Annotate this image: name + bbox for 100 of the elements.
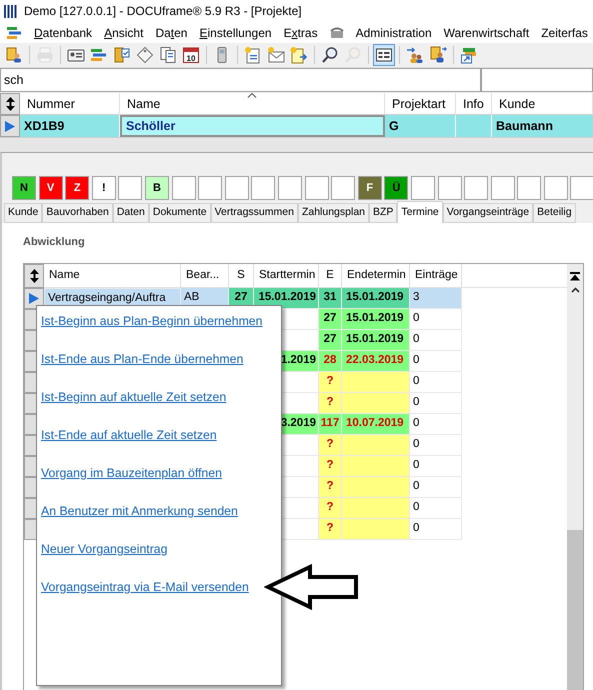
sort-arrows-icon <box>6 97 14 111</box>
menu-item[interactable]: Warenwirtschaft <box>444 24 530 42</box>
table-cell: 0 <box>410 351 462 372</box>
table-cell: ? <box>319 519 342 540</box>
menu-item[interactable]: Einstellungen <box>199 24 272 42</box>
window-arrow-icon <box>460 46 478 64</box>
table-cell: 0 <box>410 393 462 414</box>
horizontal-scrollbar[interactable] <box>0 137 593 152</box>
row-header[interactable] <box>24 288 44 309</box>
table-cell: 0 <box>410 456 462 477</box>
tab[interactable]: BZP <box>369 203 398 223</box>
tab[interactable]: Termine <box>397 201 443 223</box>
table-cell: 15.01.2019 <box>342 330 410 351</box>
status-flag: F <box>358 176 382 200</box>
filter-field[interactable] <box>481 68 593 92</box>
table-cell: 27 <box>319 309 342 330</box>
table-cell <box>342 498 410 519</box>
table-cell: 0 <box>410 498 462 519</box>
people-arrow-icon <box>406 46 424 64</box>
tab[interactable]: Bauvorhaben <box>42 203 113 223</box>
table-cell <box>342 393 410 414</box>
stack-icon <box>90 46 108 64</box>
menu-link[interactable]: Vorgang im Bauzeitenplan öffnen <box>41 463 222 483</box>
tab[interactable]: Daten <box>112 203 149 223</box>
row-header-button[interactable] <box>24 264 44 288</box>
table-cell: ? <box>319 372 342 393</box>
tab[interactable]: Vertragssummen <box>210 203 298 223</box>
status-flag: Ü <box>384 176 408 200</box>
table-cell-text: Baumann <box>495 118 554 135</box>
people-document-icon <box>429 46 447 64</box>
app-menu-icon <box>6 24 22 40</box>
tab[interactable]: Dokumente <box>148 203 211 223</box>
table-cell: ? <box>319 498 342 519</box>
table-cell: 27 <box>319 330 342 351</box>
table-cell: 28 <box>319 351 342 372</box>
search-field[interactable]: sch <box>0 68 481 92</box>
table-cell: ? <box>319 393 342 414</box>
table-cell: 10.07.2019 <box>342 414 410 435</box>
status-flag: N <box>12 176 36 200</box>
form-icon <box>375 46 393 64</box>
menu-link[interactable]: Ist-Beginn aus Plan-Beginn übernehmen <box>41 311 262 331</box>
search-icon <box>321 46 339 64</box>
status-flag: B <box>144 176 169 200</box>
menu-item[interactable]: Extras <box>284 24 318 42</box>
folder-icon <box>113 46 131 64</box>
table-cell: ? <box>319 477 342 498</box>
table-cell: 15.01.2019 <box>254 288 319 309</box>
menu-item[interactable]: Zeiterfas <box>541 24 588 42</box>
app-logo-icon <box>4 4 18 18</box>
menu-link[interactable]: Ist-Beginn auf aktuelle Zeit setzen <box>41 387 226 407</box>
table-cell: 0 <box>410 372 462 393</box>
menu-link[interactable]: An Benutzer mit Anmerkung senden <box>41 501 238 521</box>
table-cell: 0 <box>410 477 462 498</box>
document-arrow-button[interactable] <box>288 44 310 66</box>
project-row[interactable]: XD1B9 Schöller G Baumann <box>0 115 593 137</box>
tab[interactable]: Beteilig <box>533 203 576 223</box>
sort-caret-icon <box>248 93 256 98</box>
current-row-icon <box>5 120 15 132</box>
menu-item[interactable]: Datenbank <box>34 24 92 42</box>
vertical-scrollbar[interactable] <box>567 264 583 690</box>
window-title: Demo [127.0.0.1] - DOCUframe® 5.9 R3 - [Projekte] <box>24 3 302 20</box>
menu-link[interactable]: Neuer Vorgangseintrag <box>41 539 168 559</box>
table-cell: 0 <box>410 435 462 456</box>
table-cell: 0 <box>410 414 462 435</box>
telephone-icon[interactable] <box>330 26 344 38</box>
table-cell <box>342 372 410 393</box>
table-cell: ? <box>319 456 342 477</box>
people-icon <box>5 46 23 64</box>
scrollbar-thumb[interactable] <box>567 530 583 690</box>
table-cell <box>342 477 410 498</box>
section-title: Abwicklung <box>23 235 86 250</box>
menu-item[interactable]: Daten <box>155 24 188 42</box>
tag-button[interactable] <box>134 44 156 66</box>
table-cell: 15.01.2019 <box>342 288 410 309</box>
row-header-button[interactable] <box>0 93 20 115</box>
table-cell <box>342 456 410 477</box>
new-document-icon <box>244 46 262 64</box>
tab[interactable]: Vorgangseinträge <box>442 203 534 223</box>
table-cell: 0 <box>410 519 462 540</box>
tab[interactable]: Zahlungsplan <box>298 203 369 223</box>
table-cell: 31 <box>319 288 342 309</box>
status-flag: V <box>38 176 63 200</box>
documents-icon <box>159 46 177 64</box>
tag-icon <box>136 46 154 64</box>
table-cell: 15.01.2019 <box>342 309 410 330</box>
table-cell <box>342 435 410 456</box>
tab[interactable]: Kunde <box>4 203 42 223</box>
menu-link[interactable]: Vorgangseintrag via E-Mail versenden <box>41 577 249 597</box>
form-button[interactable] <box>373 44 395 66</box>
menu-link[interactable]: Ist-Ende auf aktuelle Zeit setzen <box>41 425 217 445</box>
menu-link[interactable]: Ist-Ende aus Plan-Ende übernehmen <box>41 349 244 369</box>
scroll-to-top-icon[interactable] <box>570 272 580 281</box>
table-cell: Schöller <box>120 115 385 137</box>
scroll-up-icon[interactable] <box>570 287 580 293</box>
new-envelope-icon <box>267 46 285 64</box>
menu-item[interactable]: Administration <box>356 24 432 42</box>
table-cell: ? <box>319 435 342 456</box>
menu-item[interactable]: Ansicht <box>104 24 144 42</box>
table-cell: 22.03.2019 <box>342 351 410 372</box>
sort-arrows-icon <box>30 269 38 283</box>
